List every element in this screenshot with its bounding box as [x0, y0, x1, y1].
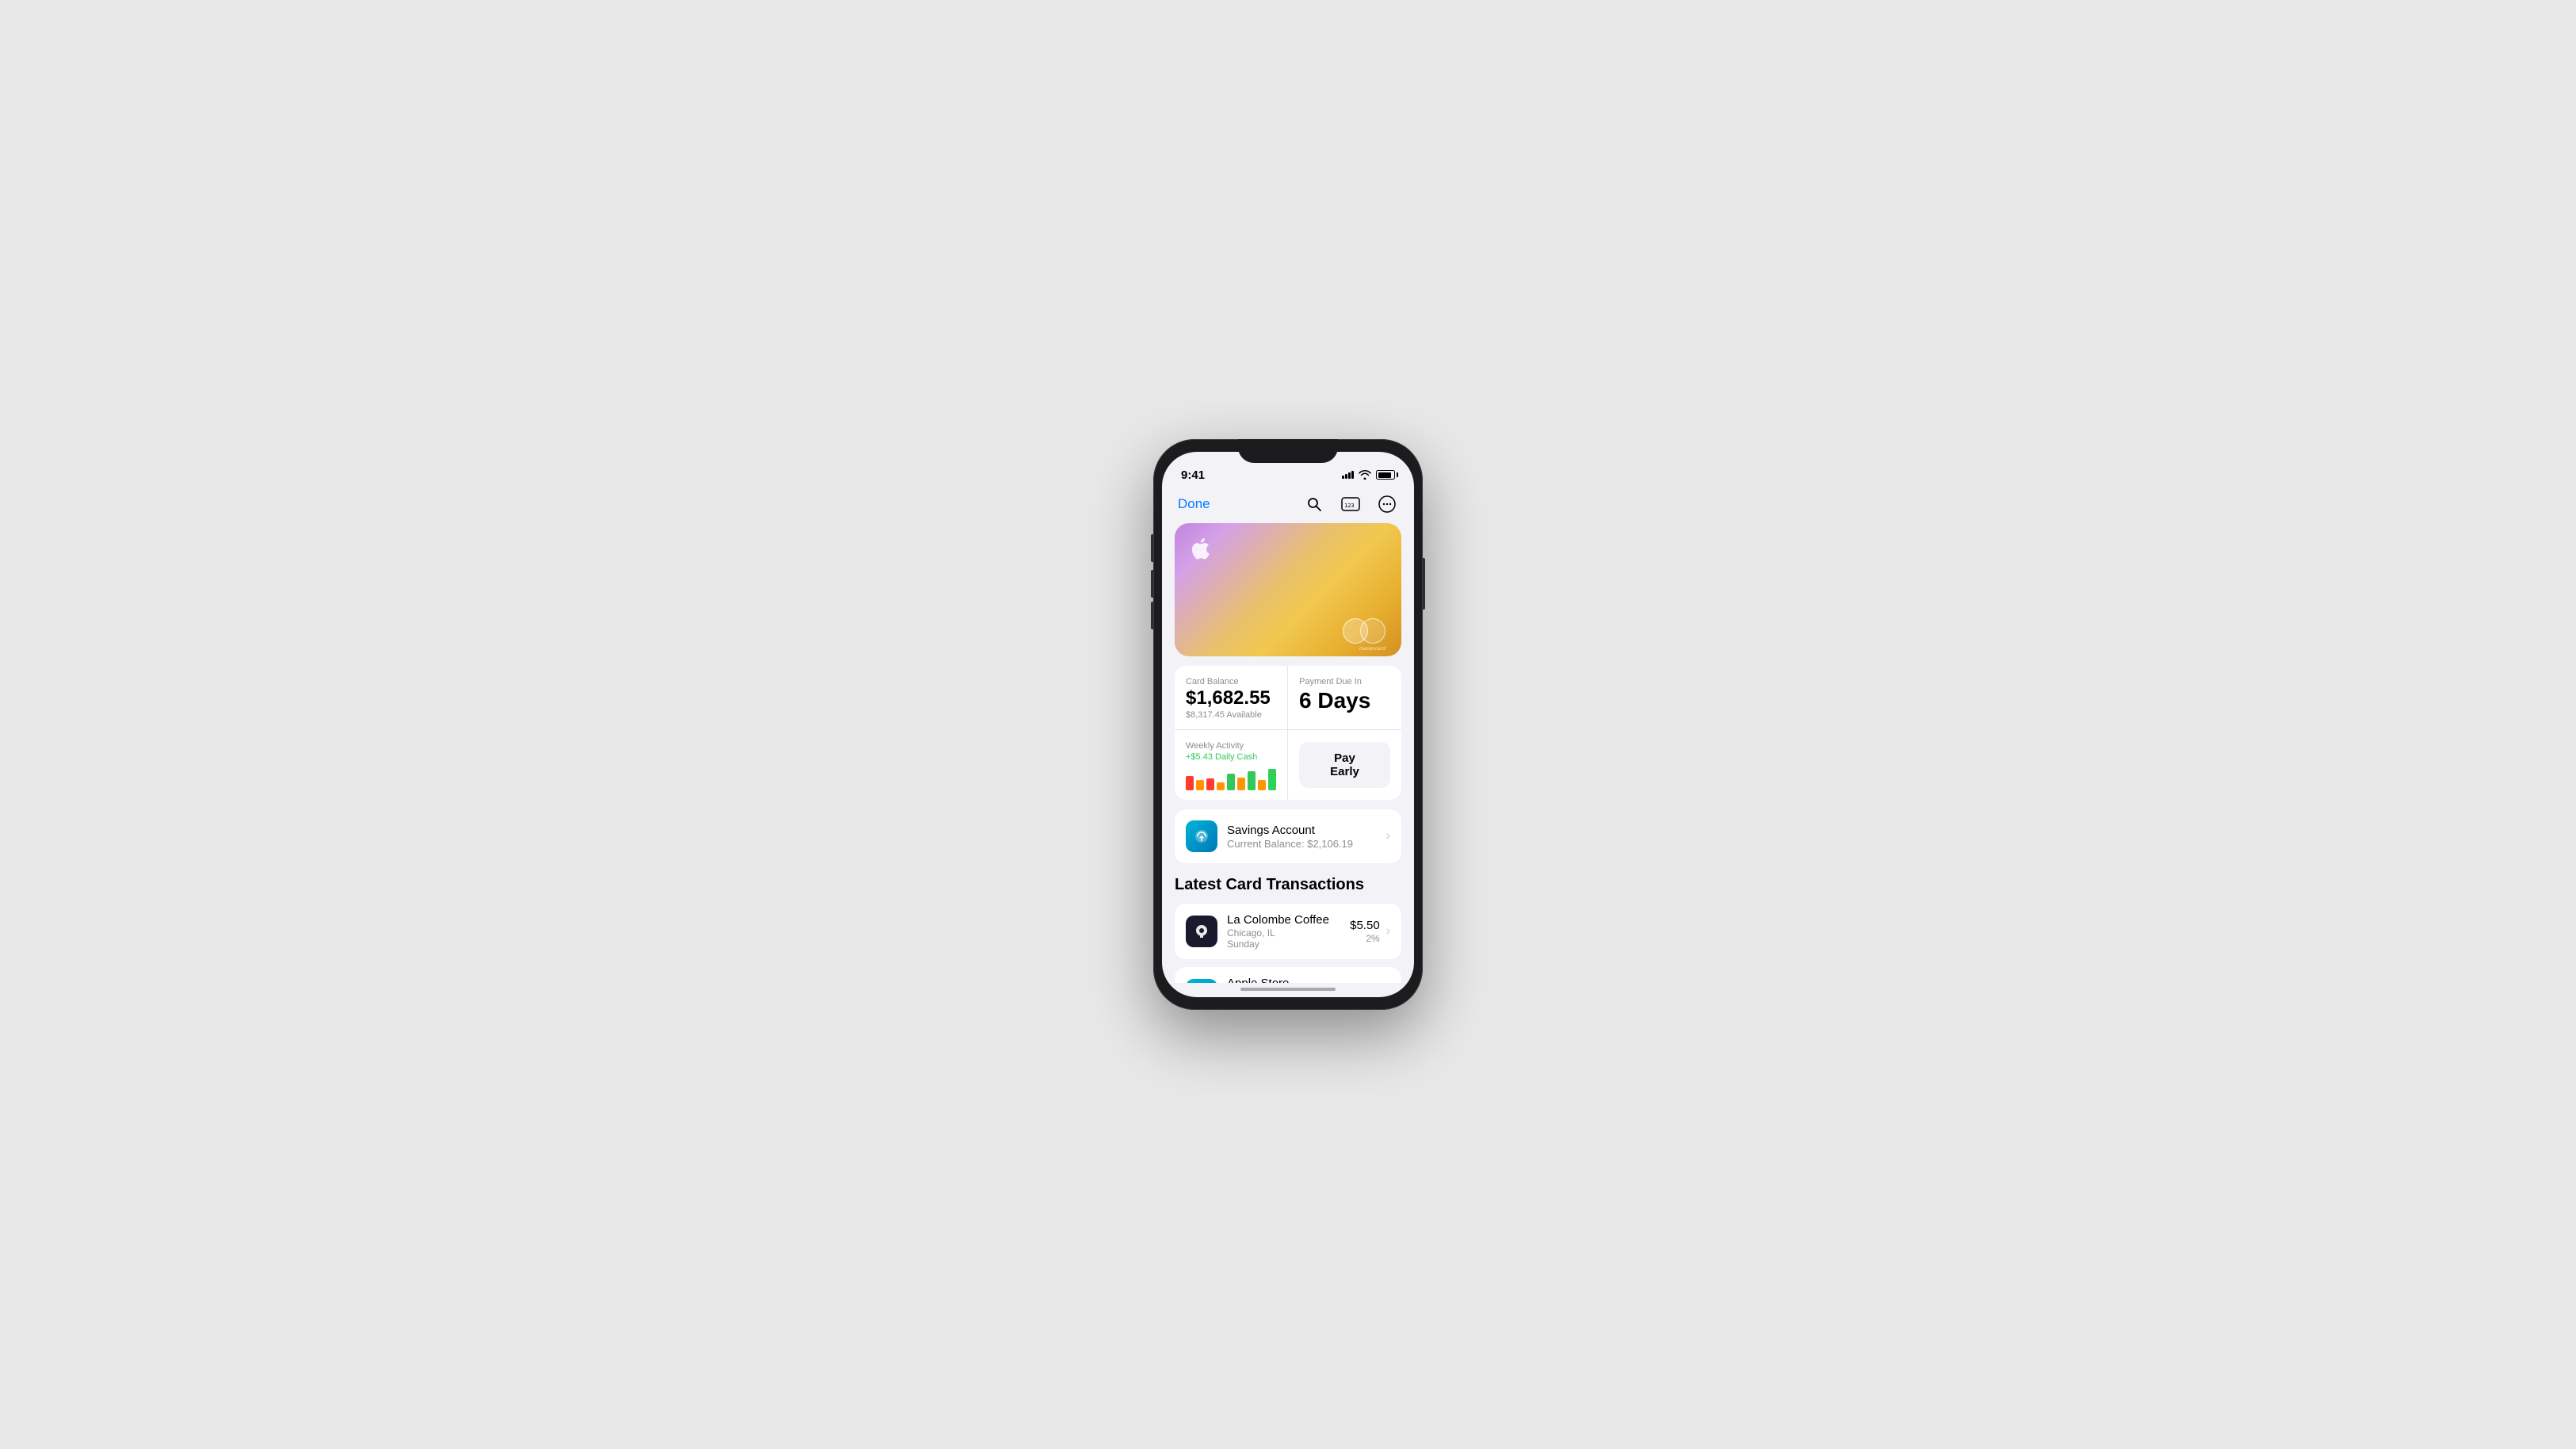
savings-chevron-icon: ›: [1386, 829, 1390, 843]
chart-bar: [1268, 769, 1276, 790]
wifi-icon: [1359, 470, 1371, 480]
transaction-row-applestore[interactable]: Apple Store Apple Pay Saturday $168.94 3…: [1175, 967, 1401, 983]
payment-due-label: Payment Due In: [1299, 677, 1390, 686]
applestore-amount: $168.94: [1336, 982, 1379, 983]
status-icons: [1342, 470, 1395, 480]
mastercard-logo: [1343, 618, 1385, 644]
done-button[interactable]: Done: [1178, 496, 1210, 512]
nav-icons: 123: [1303, 493, 1398, 515]
chart-bar: [1196, 780, 1204, 791]
applestore-right: $168.94 3%: [1336, 982, 1379, 983]
lacolombe-name: La Colombe Coffee: [1227, 913, 1350, 927]
card-balance-amount: $1,682.55: [1186, 688, 1276, 709]
savings-info: Savings Account Current Balance: $2,106.…: [1227, 824, 1386, 850]
payment-due-cell: Payment Due In 6 Days: [1288, 666, 1401, 730]
info-grid: Card Balance $1,682.55 $8,317.45 Availab…: [1175, 666, 1401, 800]
more-icon: [1378, 495, 1396, 513]
lacolombe-cashback: 2%: [1350, 933, 1380, 944]
savings-row[interactable]: Savings Account Current Balance: $2,106.…: [1175, 809, 1401, 863]
applestore-icon: [1186, 979, 1217, 983]
battery-icon: [1376, 470, 1395, 480]
chart-bar: [1227, 774, 1235, 790]
weekly-activity-chart: [1186, 765, 1276, 790]
pay-early-button[interactable]: Pay Early: [1299, 742, 1390, 788]
weekly-activity-cashback: +$5.43 Daily Cash: [1186, 752, 1276, 762]
card-balance-cell: Card Balance $1,682.55 $8,317.45 Availab…: [1175, 666, 1288, 730]
transaction-row[interactable]: La Colombe Coffee Chicago, IL Sunday $5.…: [1175, 904, 1401, 959]
lacolombe-info: La Colombe Coffee Chicago, IL Sunday: [1227, 913, 1350, 950]
apple-logo-icon: [1191, 537, 1210, 560]
weekly-activity-cell: Weekly Activity +$5.43 Daily Cash: [1175, 730, 1288, 800]
chart-bar: [1258, 780, 1266, 791]
notch: [1238, 439, 1338, 463]
signal-icon: [1342, 471, 1354, 479]
nav-bar: Done 123: [1162, 487, 1414, 523]
phone-screen: 9:41: [1162, 452, 1414, 997]
card-balance-available: $8,317.45 Available: [1186, 710, 1276, 720]
scroll-content[interactable]: mastercard Card Balance $1,682.55 $8,317…: [1162, 523, 1414, 983]
savings-subtitle: Current Balance: $2,106.19: [1227, 838, 1386, 850]
phone-device: 9:41: [1153, 439, 1423, 1010]
card-number-button[interactable]: 123: [1340, 493, 1362, 515]
mastercard-label: mastercard: [1359, 647, 1385, 652]
chart-bar: [1206, 778, 1214, 790]
applestore-name: Apple Store: [1227, 977, 1336, 983]
chart-bar: [1217, 782, 1225, 791]
pay-early-cell: Pay Early: [1288, 730, 1401, 800]
applestore-info: Apple Store Apple Pay Saturday: [1227, 977, 1336, 983]
weekly-activity-label: Weekly Activity: [1186, 741, 1276, 751]
chart-bar: [1237, 778, 1245, 791]
apple-card: mastercard: [1175, 523, 1401, 656]
lacolombe-chevron-icon: ›: [1386, 924, 1390, 939]
transactions-section-title: Latest Card Transactions: [1175, 876, 1401, 894]
search-icon: [1306, 496, 1322, 512]
svg-text:123: 123: [1344, 503, 1355, 509]
card-balance-label: Card Balance: [1186, 677, 1276, 686]
lacolombe-icon: [1186, 916, 1217, 947]
more-button[interactable]: [1376, 493, 1398, 515]
chart-bar: [1248, 771, 1256, 790]
status-time: 9:41: [1181, 468, 1205, 482]
card-icon: 123: [1341, 497, 1360, 511]
lacolombe-right: $5.50 2%: [1350, 919, 1380, 944]
search-button[interactable]: [1303, 493, 1325, 515]
savings-title: Savings Account: [1227, 824, 1386, 837]
chart-bar: [1186, 776, 1194, 790]
savings-icon: [1186, 820, 1217, 852]
lacolombe-amount: $5.50: [1350, 919, 1380, 932]
payment-due-days: 6 Days: [1299, 688, 1390, 713]
lacolombe-detail: Chicago, IL Sunday: [1227, 927, 1350, 950]
home-indicator: [1240, 988, 1336, 991]
